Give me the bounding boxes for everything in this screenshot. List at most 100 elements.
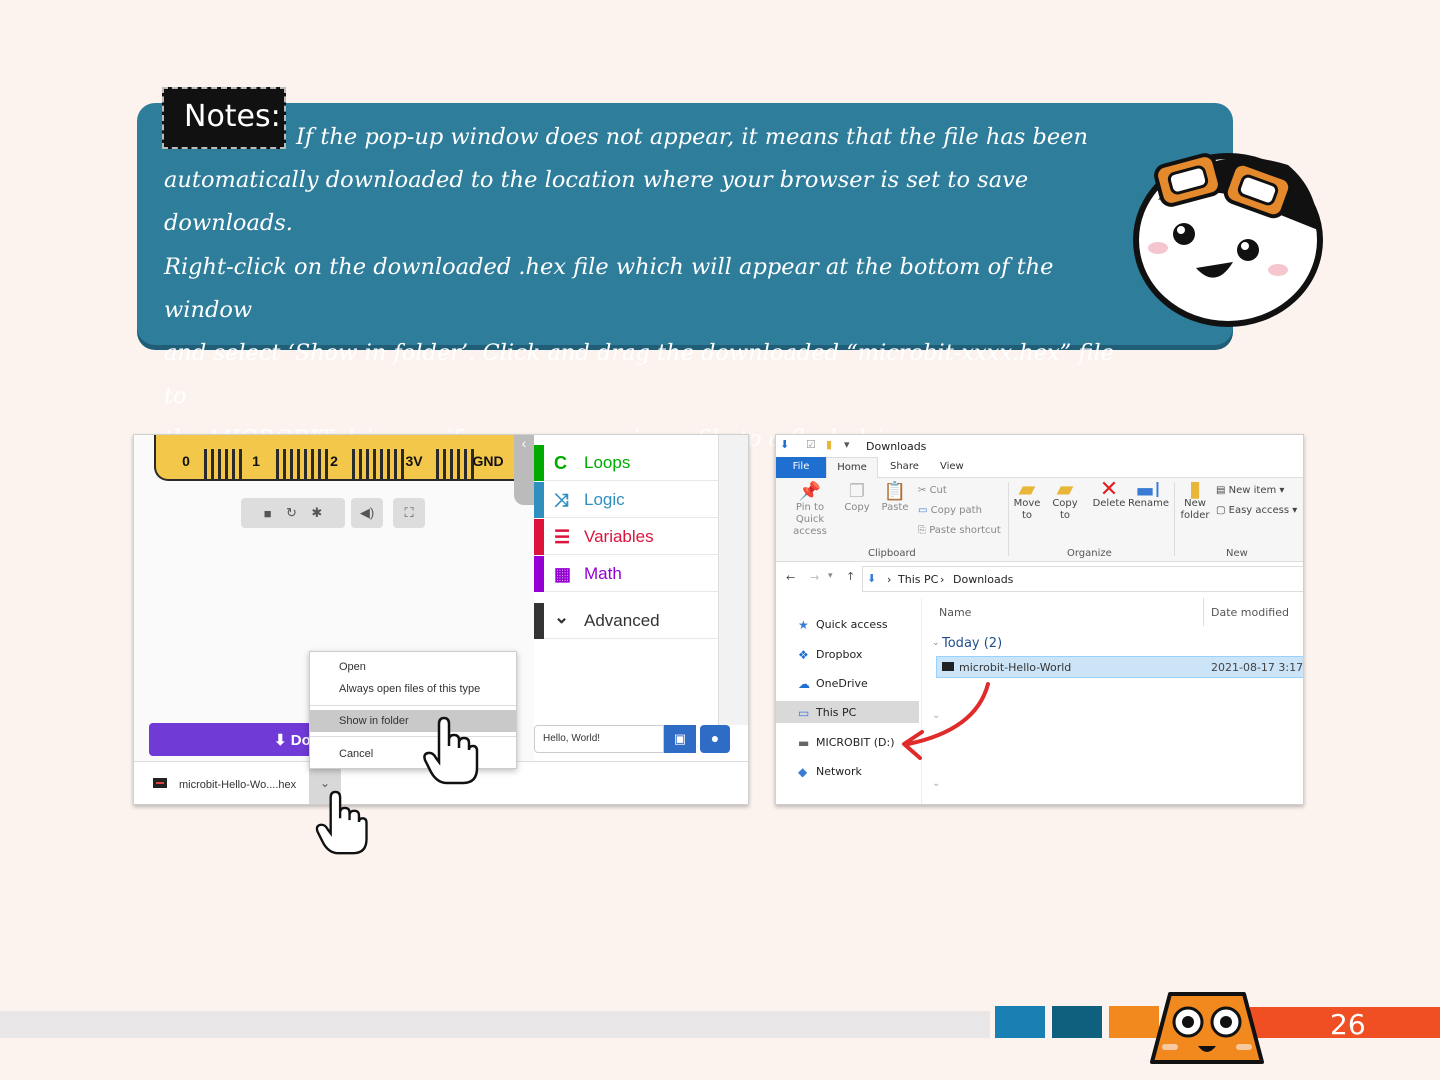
file-row[interactable]: microbit-Hello-World 2021-08-17 3:17 PM <box>936 656 1304 678</box>
menu-item-cancel[interactable]: Cancel <box>310 743 516 765</box>
notes-line: and select ‘Show in folder’. Click and d… <box>164 340 1114 410</box>
category-label: Advanced <box>584 610 660 630</box>
column-date-modified[interactable]: Date modified <box>1211 606 1289 619</box>
calculator-icon: ▦ <box>554 564 572 584</box>
category-advanced[interactable]: ⌄ Advanced <box>534 603 718 639</box>
network-icon: ◆ <box>798 765 808 779</box>
new-item-button[interactable]: ▤ New item ▾ <box>1216 485 1284 496</box>
debug-icon[interactable]: ✱ <box>311 505 322 521</box>
menu-item-always-open[interactable]: Always open files of this type <box>310 678 516 700</box>
tab-share[interactable]: Share <box>890 457 919 478</box>
delete-x-icon: ✕ <box>1099 477 1119 502</box>
pointer-hand-icon <box>315 790 368 855</box>
floppy-icon: ▣ <box>673 731 687 746</box>
save-button[interactable]: ▣ <box>664 725 696 753</box>
move-folder-icon: ▰ <box>1018 477 1036 502</box>
microbit-board-edge: 0 1 2 3V GND <box>154 435 531 481</box>
pc-icon: ⬇ <box>867 572 877 585</box>
copy-button[interactable]: ❐ Copy <box>842 481 872 514</box>
stop-icon[interactable]: ■ <box>264 506 272 521</box>
nav-this-pc[interactable]: ▭ This PC <box>798 706 856 724</box>
pin-2: 2 <box>330 453 338 469</box>
category-logic[interactable]: ⤨ Logic <box>534 482 718 518</box>
cloud-icon: ☁ <box>798 677 810 691</box>
notes-text: If the pop-up window does not appear, it… <box>164 116 1129 462</box>
tab-home[interactable]: Home <box>826 457 878 478</box>
nav-network[interactable]: ◆ Network <box>798 765 862 783</box>
copy-path-button[interactable]: ▭ Copy path <box>918 505 982 516</box>
file-name: microbit-Hello-World <box>959 661 1072 674</box>
copy-folder-icon: ▰ <box>1056 477 1074 502</box>
hex-file-icon <box>942 662 954 671</box>
pin-1: 1 <box>252 453 260 469</box>
new-folder-button[interactable]: ▮ New folder <box>1178 479 1212 522</box>
notes-line: Right-click on the downloaded .hex file … <box>164 253 1054 323</box>
nav-dropbox[interactable]: ❖ Dropbox <box>798 648 862 666</box>
github-button[interactable]: ● <box>700 725 730 753</box>
copy-icon: ❐ <box>848 481 866 502</box>
paste-shortcut-button[interactable]: ⎘ Paste shortcut <box>918 525 1001 536</box>
category-variables[interactable]: ☰ Variables <box>534 519 718 555</box>
category-loops[interactable]: C Loops <box>534 445 718 481</box>
footer-block <box>1052 1006 1102 1038</box>
nav-onedrive[interactable]: ☁ OneDrive <box>798 677 868 695</box>
chevron-down-icon: ⌄ <box>932 638 940 648</box>
pin-quick-access-button[interactable]: 📌 Pin to Quick access <box>781 481 839 538</box>
toolbox: C Loops ⤨ Logic ☰ Variables ▦ Math ⌄ Adv… <box>534 435 718 725</box>
chevron-down-icon: ⌄ <box>554 607 570 627</box>
simulator-controls: ■ ↻ ✱ ◀) ⛶ <box>241 498 425 530</box>
checkbox-icon[interactable]: ☑ <box>806 438 816 451</box>
back-arrow-icon[interactable]: ← <box>786 571 795 584</box>
column-name[interactable]: Name <box>939 606 971 619</box>
fullscreen-icon: ⛶ <box>404 505 414 520</box>
chevron-down-icon[interactable]: ▾ <box>844 438 850 451</box>
delete-button[interactable]: ✕ Delete <box>1092 477 1126 510</box>
pin-gnd: GND <box>472 453 504 469</box>
tab-file[interactable]: File <box>776 457 826 478</box>
notes-line: automatically downloaded to the location… <box>164 167 1029 237</box>
window-title: Downloads <box>866 440 927 453</box>
easy-access-button[interactable]: ▢ Easy access ▾ <box>1216 505 1297 516</box>
scissors-icon: ✂ <box>918 485 927 496</box>
nav-quick-access[interactable]: ★ Quick access <box>798 618 888 636</box>
notes-line: If the pop-up window does not appear, it… <box>296 124 1088 150</box>
computer-icon: ▭ <box>798 706 810 720</box>
category-label: Logic <box>584 489 625 509</box>
drive-icon: ▬ <box>798 736 810 750</box>
paste-button[interactable]: 📋 Paste <box>880 483 910 514</box>
pin-icon: 📌 <box>798 481 822 502</box>
mute-button[interactable]: ◀) <box>351 498 383 528</box>
collapse-simulator-tab[interactable]: ‹ <box>514 435 534 505</box>
download-file-name[interactable]: microbit-Hello-Wo....hex <box>179 779 296 791</box>
restart-icon[interactable]: ↻ <box>286 505 297 521</box>
explorer-title-bar: ⬇ ☑ ▮ ▾ Downloads <box>776 435 1303 457</box>
breadcrumb-downloads[interactable]: Downloads <box>953 573 1013 586</box>
cut-button[interactable]: ✂ Cut <box>918 485 947 496</box>
group-header-today[interactable]: ⌄ Today (2) <box>932 636 1002 651</box>
project-name-input[interactable]: Hello, World! <box>534 725 664 753</box>
fullscreen-button[interactable]: ⛶ <box>393 498 425 528</box>
up-arrow-icon[interactable]: ↑ <box>846 570 855 583</box>
menu-divider <box>310 705 516 706</box>
category-math[interactable]: ▦ Math <box>534 556 718 592</box>
forward-arrow-icon[interactable]: → <box>810 571 819 584</box>
quick-save-icon[interactable]: ⬇ <box>780 438 789 451</box>
rename-icon: ▬I <box>1135 478 1161 502</box>
file-date: 2021-08-17 3:17 PM <box>1211 661 1304 674</box>
tab-view[interactable]: View <box>940 457 964 478</box>
copy-to-button[interactable]: ▰ Copy to <box>1050 477 1080 522</box>
rename-button[interactable]: ▬I Rename <box>1128 478 1169 510</box>
chevron-down-icon: ⌄ <box>932 778 941 789</box>
menu-item-open[interactable]: Open <box>310 656 516 678</box>
chevron-down-icon[interactable]: ▾ <box>828 571 833 581</box>
download-icon: ⬇ <box>274 732 287 749</box>
nav-microbit-drive[interactable]: ▬ MICROBIT (D:) <box>798 736 894 754</box>
menu-item-show-in-folder[interactable]: Show in folder <box>310 710 516 732</box>
pointer-hand-icon <box>423 716 479 785</box>
page-number: 26 <box>1330 1008 1366 1041</box>
address-bar-row: ← → ▾ ↑ ⬇ › This PC › Downloads <box>776 562 1303 598</box>
address-bar[interactable]: ⬇ › This PC › Downloads <box>862 566 1303 592</box>
move-to-button[interactable]: ▰ Move to <box>1012 477 1042 522</box>
breadcrumb-this-pc[interactable]: This PC <box>898 573 938 586</box>
file-explorer-screenshot: ⬇ ☑ ▮ ▾ Downloads File Home Share View 📌… <box>775 434 1304 805</box>
